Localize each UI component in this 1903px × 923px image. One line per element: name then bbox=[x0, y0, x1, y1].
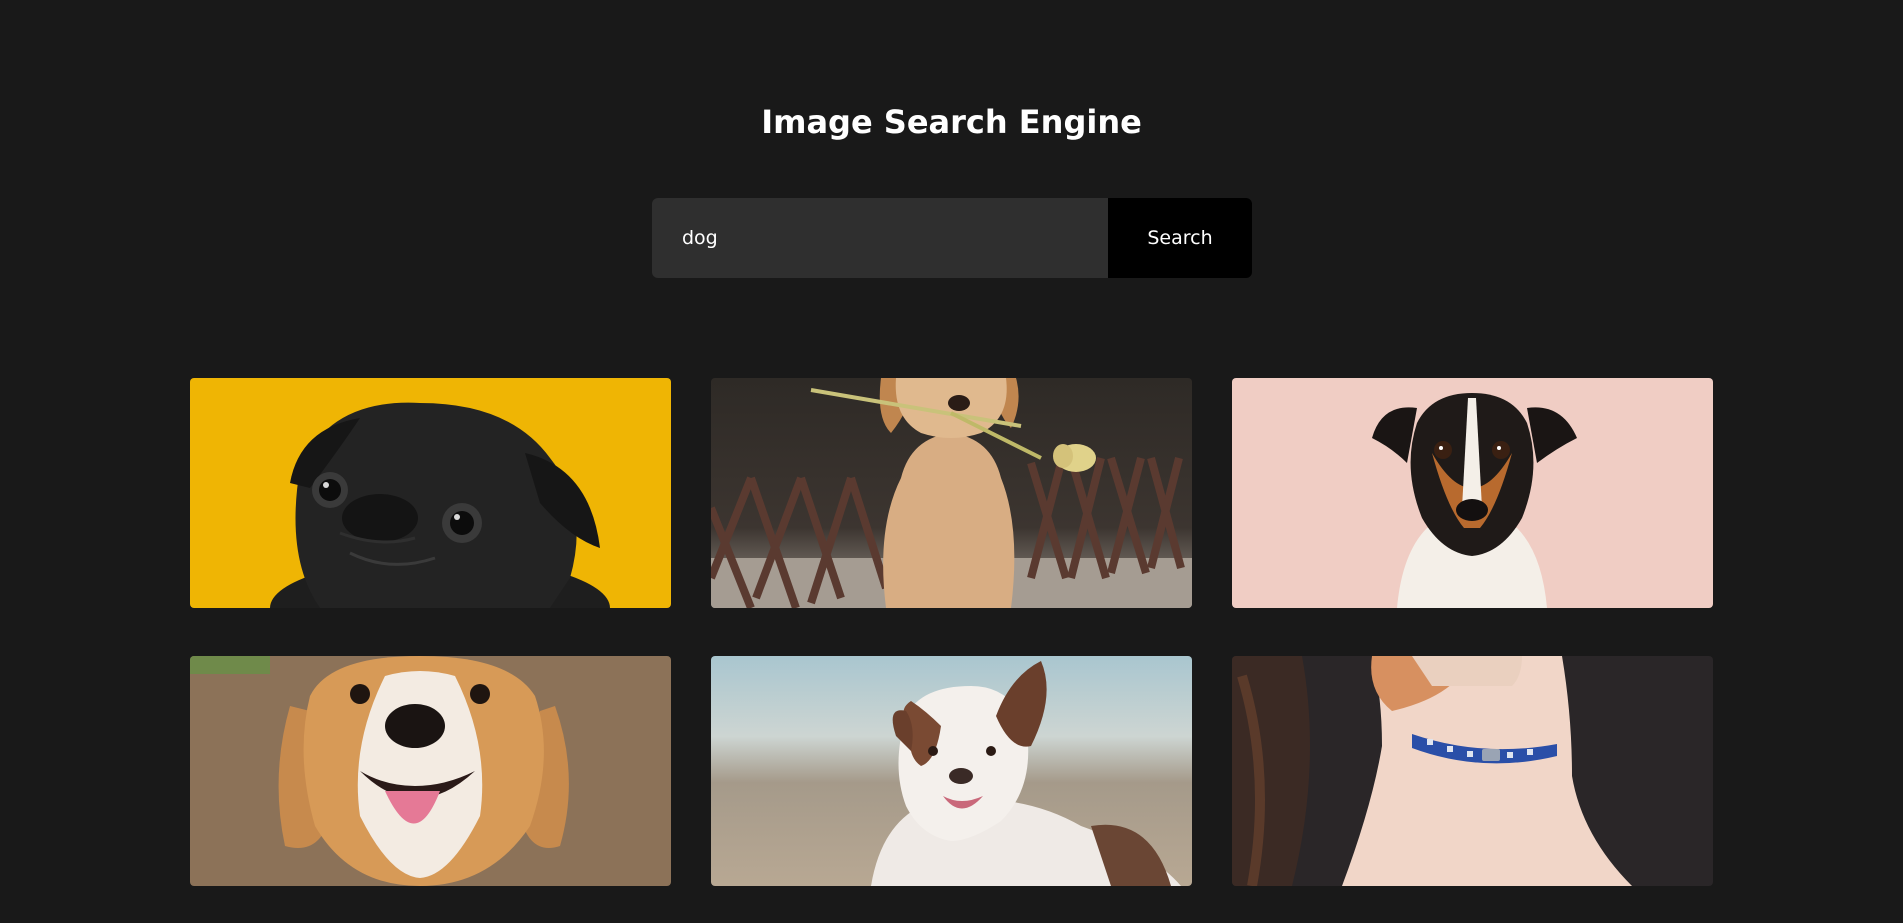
result-image-jack-russell[interactable] bbox=[1232, 378, 1713, 608]
page-title: Image Search Engine bbox=[761, 103, 1142, 141]
result-image-black-pug[interactable] bbox=[190, 378, 671, 608]
page: Image Search Engine Search bbox=[0, 0, 1903, 923]
result-image-dog-with-collar[interactable] bbox=[1232, 656, 1713, 886]
search-button[interactable]: Search bbox=[1108, 198, 1252, 278]
result-image-australian-shepherd[interactable] bbox=[711, 656, 1192, 886]
results-grid bbox=[190, 378, 1713, 886]
search-form: Search bbox=[652, 198, 1252, 278]
result-image-golden-retriever[interactable] bbox=[711, 378, 1192, 608]
search-input[interactable] bbox=[652, 198, 1108, 278]
result-image-beagle[interactable] bbox=[190, 656, 671, 886]
